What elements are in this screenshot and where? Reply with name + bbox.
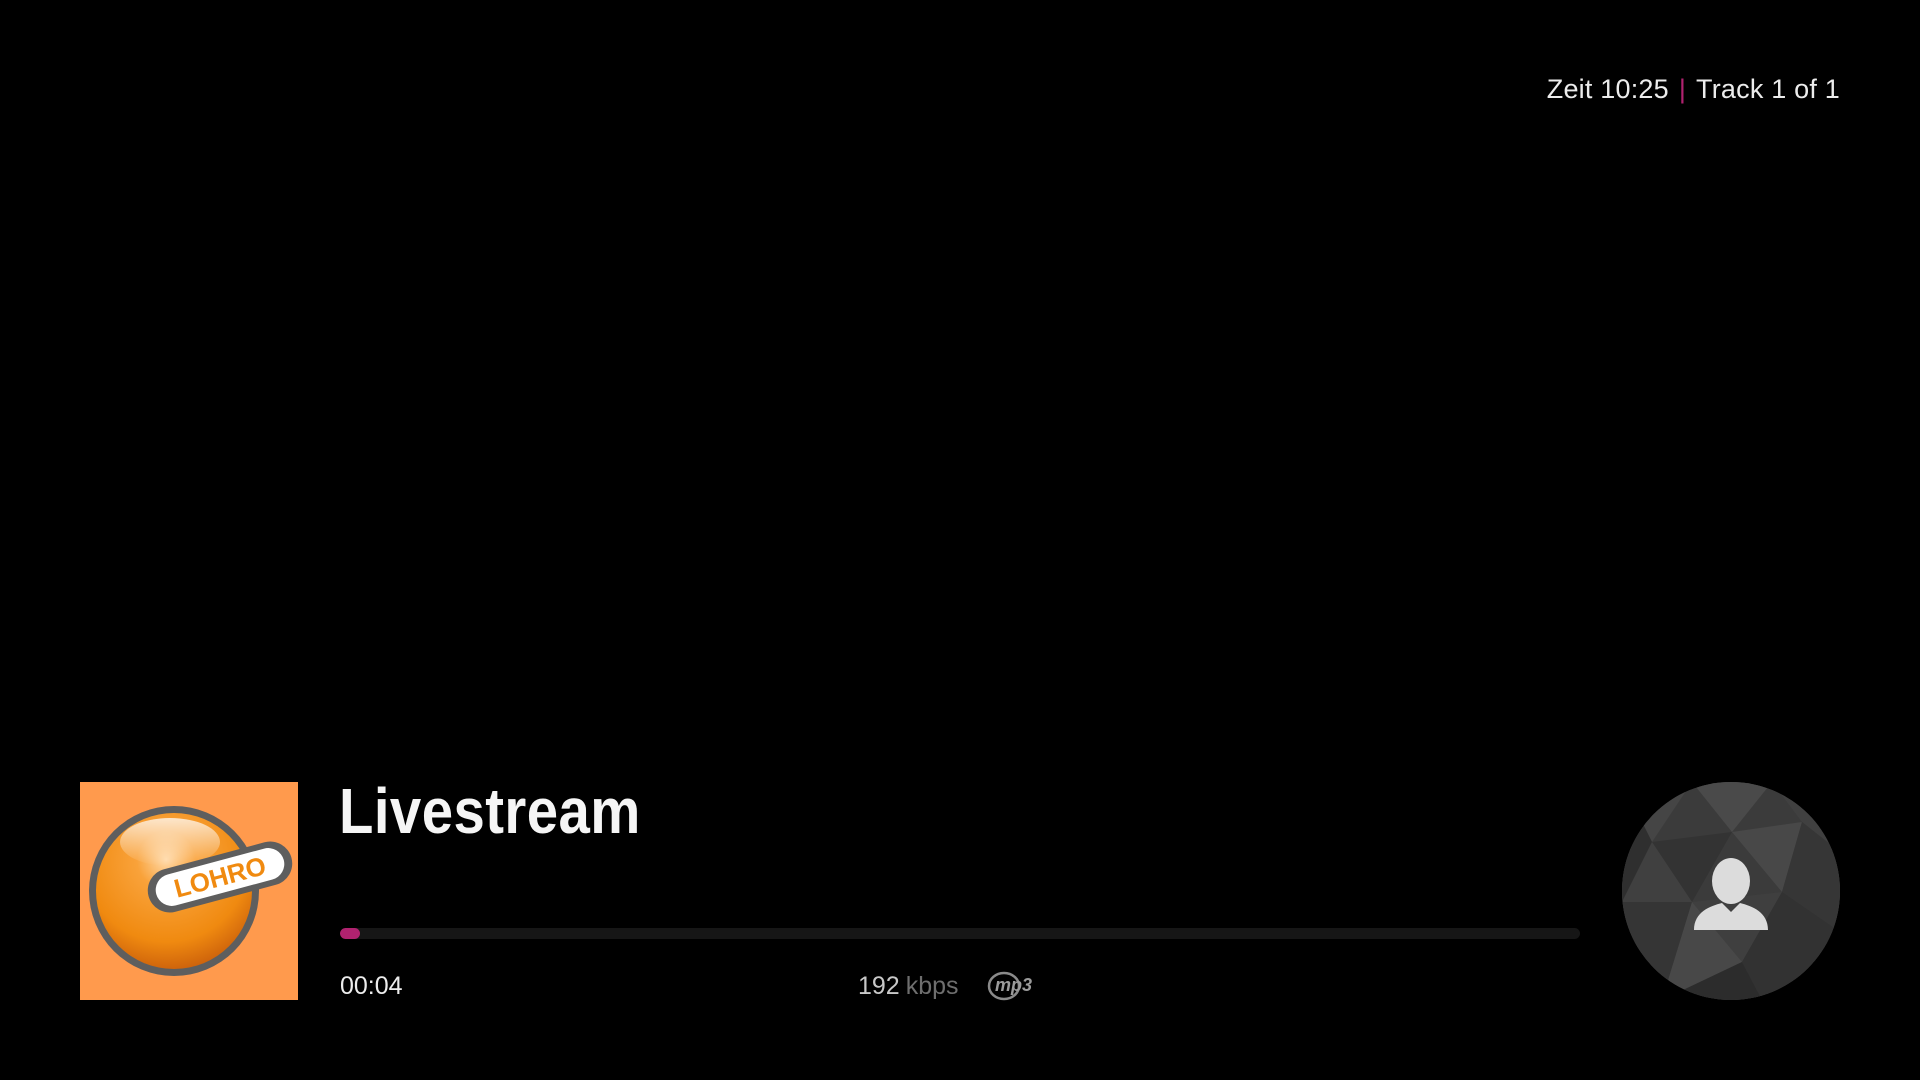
- artist-thumbnail: [1622, 782, 1840, 1000]
- lohro-logo: LOHRO: [89, 806, 293, 976]
- bitrate-info: 192 kbps: [858, 972, 959, 1001]
- track-counter: Track 1 of 1: [1696, 74, 1840, 104]
- bitrate-value: 192: [858, 972, 900, 1000]
- elapsed-time: 00:04: [340, 972, 403, 1000]
- clock-label: Zeit 10:25: [1546, 74, 1669, 104]
- status-bar: Zeit 10:25 | Track 1 of 1: [1547, 74, 1840, 105]
- music-visualization-screen: Zeit 10:25 | Track 1 of 1 LOHRO Livestre…: [0, 0, 1920, 1080]
- progress-fill: [340, 928, 360, 939]
- bitrate-unit: kbps: [905, 972, 959, 1000]
- mp3-icon: mp3: [986, 968, 1042, 1002]
- progress-bar[interactable]: [340, 928, 1580, 939]
- track-title: Livestream: [339, 775, 641, 847]
- album-artwork: LOHRO: [80, 782, 298, 1000]
- separator: |: [1678, 74, 1687, 104]
- svg-text:mp3: mp3: [995, 975, 1032, 995]
